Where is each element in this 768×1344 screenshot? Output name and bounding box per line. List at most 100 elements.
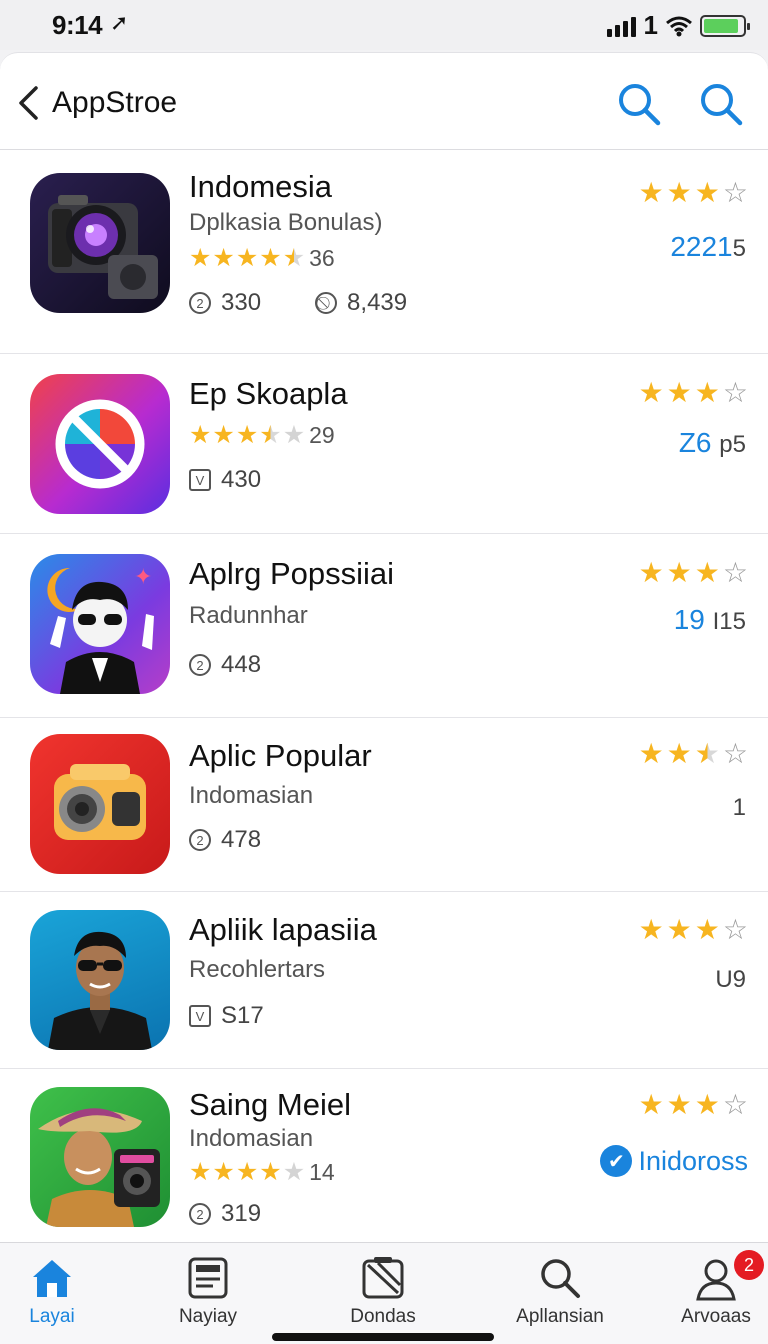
app-name[interactable]: Ep Skoapla bbox=[189, 376, 348, 412]
signal-icon bbox=[606, 15, 636, 37]
star-icon: ★ bbox=[212, 421, 235, 449]
star-icon: ★ bbox=[638, 177, 664, 208]
home-indicator[interactable] bbox=[272, 1333, 494, 1341]
app-top-stars: ★ ★ ★ ☆ bbox=[639, 379, 748, 407]
stat-value: 319 bbox=[221, 1200, 262, 1227]
star-icon: ★ bbox=[212, 244, 235, 272]
status-time: 9:14 bbox=[52, 10, 103, 40]
checkbox-icon: V bbox=[189, 469, 211, 491]
app-row[interactable]: Ep Skoapla ★ ★ ★ ★ ★ 29 V 430 ★ ★ ★ ☆ Z6 p5 bbox=[0, 354, 768, 534]
rating-count: 36 bbox=[309, 245, 335, 271]
document-icon bbox=[188, 1257, 228, 1299]
app-name[interactable]: Aplrg Popssiiai bbox=[189, 556, 394, 592]
download-icon: 2 bbox=[189, 292, 211, 314]
developer-link[interactable]: ✔ Inidoross bbox=[600, 1145, 748, 1177]
app-name[interactable]: Aplic Popular bbox=[189, 738, 372, 774]
star-icon: ☆ bbox=[722, 377, 748, 408]
tab-games[interactable]: Dondas bbox=[313, 1243, 453, 1344]
search-icon bbox=[541, 1259, 580, 1298]
price-suffix: p5 bbox=[719, 431, 746, 458]
download-icon: 2 bbox=[189, 829, 211, 851]
star-icon: ★ bbox=[259, 244, 282, 272]
stat-value: 8,439 bbox=[347, 289, 408, 316]
download-icon: 2 bbox=[189, 1203, 211, 1225]
blocked-icon: ⃠ bbox=[315, 292, 338, 314]
camera-app-icon[interactable] bbox=[30, 734, 170, 874]
photo-app-icon[interactable] bbox=[30, 1087, 170, 1227]
tab-account[interactable]: 2 Arvoaas bbox=[646, 1243, 768, 1344]
star-icon: ★ bbox=[189, 421, 212, 449]
app-row[interactable]: Apliik lapasiia Recohlertars V S17 ★ ★ ★ ☆ … bbox=[0, 892, 768, 1069]
notification-badge: 2 bbox=[734, 1250, 764, 1280]
app-row[interactable]: Saing Meiel Indomasian ★ ★ ★ ★ ★ 14 2 319 ★ ★… bbox=[0, 1069, 768, 1241]
app-stats: 2 319 bbox=[189, 1200, 261, 1228]
app-price[interactable]: 19 I15 bbox=[674, 604, 746, 636]
rating-count: 29 bbox=[309, 422, 335, 448]
stat-value: 330 bbox=[221, 289, 262, 316]
search-icon[interactable] bbox=[616, 81, 662, 127]
no-sign-app-icon[interactable] bbox=[30, 374, 170, 514]
star-icon: ★ bbox=[189, 1158, 212, 1186]
star-icon: ★ bbox=[282, 1158, 306, 1186]
star-icon: ★ bbox=[212, 1158, 235, 1186]
price-suffix: I15 bbox=[712, 608, 746, 635]
status-bar: 9:14 ➚ 1 bbox=[0, 0, 768, 50]
camera-app-icon[interactable] bbox=[30, 173, 170, 313]
tab-label: Arvoaas bbox=[681, 1306, 751, 1327]
nav-bar: AppStroe bbox=[0, 53, 768, 150]
star-icon: ★ bbox=[638, 914, 664, 945]
tab-label: Dondas bbox=[350, 1306, 416, 1327]
app-stats: 2 448 bbox=[189, 651, 261, 679]
app-row[interactable]: Aplic Popular Indomasian 2 478 ★ ★ ★ ☆ 1 bbox=[0, 718, 768, 892]
app-stats: V S17 bbox=[189, 1002, 264, 1030]
app-rating: ★ ★ ★ ★ ★ 36 bbox=[189, 245, 335, 272]
search-icon[interactable] bbox=[698, 81, 744, 127]
person-app-icon[interactable] bbox=[30, 910, 170, 1050]
app-subtitle: Radunnhar bbox=[189, 602, 308, 629]
app-name[interactable]: Apliik lapasiia bbox=[189, 912, 377, 948]
price-value: 19 bbox=[673, 604, 705, 635]
app-row[interactable]: ✦ Aplrg Popssiiai Radunnhar 2 448 ★ ★ ★ ☆ bbox=[0, 534, 768, 718]
app-price[interactable]: 1 bbox=[733, 790, 746, 822]
app-row[interactable]: Indomesia Dplkasia Bonulas) ★ ★ ★ ★ ★ 36 2 3… bbox=[0, 151, 768, 354]
location-arrow-icon: ➚ bbox=[110, 10, 129, 35]
tab-news[interactable]: Nayiay bbox=[138, 1243, 278, 1344]
rating-count: 14 bbox=[309, 1159, 335, 1185]
app-name[interactable]: Saing Meiel bbox=[189, 1087, 351, 1123]
star-icon: ☆ bbox=[722, 914, 748, 945]
app-name[interactable]: Indomesia bbox=[189, 169, 332, 205]
page-title: AppStroe bbox=[52, 86, 178, 119]
price-suffix: 5 bbox=[732, 235, 746, 262]
svg-text:✦: ✦ bbox=[134, 565, 152, 590]
app-rating: ★ ★ ★ ★ ★ 29 bbox=[189, 422, 335, 449]
star-icon: ☆ bbox=[722, 738, 748, 769]
checkbox-icon: V bbox=[189, 1005, 211, 1027]
wifi-icon bbox=[666, 16, 692, 36]
rating-stars: ★ ★ ★ ★ ★ bbox=[189, 1160, 305, 1185]
stat-value: S17 bbox=[221, 1002, 264, 1029]
home-icon bbox=[33, 1260, 71, 1297]
app-price[interactable]: Z6 p5 bbox=[679, 427, 746, 459]
star-icon: ☆ bbox=[722, 177, 748, 208]
price-suffix: 1 bbox=[732, 794, 746, 821]
app-top-stars: ★ ★ ★ ☆ bbox=[639, 1091, 748, 1119]
chevron-left-icon[interactable] bbox=[16, 85, 40, 121]
star-icon: ★ bbox=[638, 377, 664, 408]
app-price[interactable]: 22215 bbox=[670, 231, 746, 263]
app-top-stars: ★ ★ ★ ☆ bbox=[639, 179, 748, 207]
tab-home[interactable]: Layai bbox=[0, 1243, 122, 1344]
main-card: AppStroe Indomesia Dplkasia Bonulas) ★ ★… bbox=[0, 52, 768, 1242]
tab-search[interactable]: Apllansian bbox=[490, 1243, 630, 1344]
app-price[interactable]: U9 bbox=[715, 962, 746, 994]
battery-level bbox=[704, 18, 739, 33]
app-stats: 2 330 ⃠ 8,439 bbox=[189, 289, 407, 317]
app-subtitle: Dplkasia Bonulas) bbox=[189, 209, 383, 236]
star-icon: ★ bbox=[282, 421, 306, 449]
avatar-app-icon[interactable]: ✦ bbox=[30, 554, 170, 694]
price-suffix: U9 bbox=[715, 966, 746, 993]
price-value: Z6 bbox=[678, 427, 712, 458]
star-icon: ☆ bbox=[722, 1089, 748, 1120]
star-icon: ★ bbox=[666, 557, 692, 588]
tab-label: Nayiay bbox=[178, 1306, 238, 1327]
tab-label: Apllansian bbox=[516, 1306, 604, 1327]
